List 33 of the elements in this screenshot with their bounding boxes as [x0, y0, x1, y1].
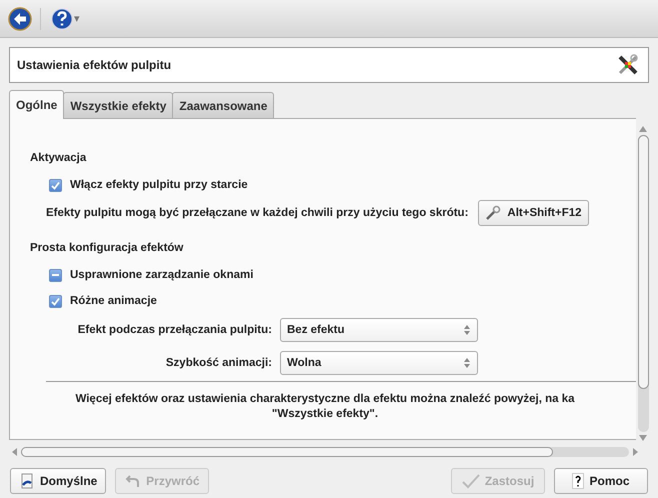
defaults-button[interactable]: Domyślne	[10, 468, 106, 494]
undo-icon	[125, 473, 142, 489]
checkbox[interactable]	[49, 294, 62, 308]
wrench-icon	[485, 205, 502, 221]
spin-arrows-icon	[463, 357, 471, 369]
shortcut-label: Efekty pulpitu mogą być przełączane w każdej chwili przy użyciu tego skrótu:	[46, 207, 468, 219]
checkbox-label: Różne animacje	[70, 295, 157, 307]
tab[interactable]: Wszystkie efekty	[63, 92, 174, 118]
document-icon	[19, 473, 35, 489]
tools-icon	[616, 53, 640, 77]
checkbox-label: Usprawnione zarządzanie oknami	[70, 269, 254, 281]
section-heading: Prosta konfiguracja efektów	[30, 242, 184, 256]
dropdown[interactable]: Bez efektu	[280, 318, 478, 342]
help-icon	[572, 473, 584, 489]
dropdown[interactable]: Wolna	[280, 351, 478, 375]
tab[interactable]: Ogólne	[9, 90, 64, 119]
check-icon	[462, 473, 480, 489]
info-text: Więcej efektów oraz ustawienia charakterystyczne dla efektu można znaleźć powyżej, na ka	[74, 392, 576, 407]
combo-label: Efekt podczas przełączania pulpitu:	[76, 324, 272, 336]
horizontal-scrollbar[interactable]	[12, 446, 638, 458]
checkbox[interactable]	[49, 178, 62, 192]
back-icon[interactable]	[8, 6, 32, 30]
shortcut-button[interactable]: Alt+Shift+F12	[478, 200, 589, 226]
help-button[interactable]: Pomoc	[554, 468, 648, 494]
info-text: "Wszystkie efekty".	[270, 407, 380, 422]
checkbox-label: Włącz efekty pulpitu przy starcie	[70, 179, 248, 191]
spin-arrows-icon	[463, 324, 471, 336]
section-heading: Aktywacja	[30, 152, 88, 166]
checkbox[interactable]	[49, 268, 62, 282]
help-icon	[51, 8, 73, 30]
tab[interactable]: Zaawansowane	[172, 92, 274, 118]
page-title: Ustawienia efektów pulpitu	[17, 58, 172, 72]
combo-label: Szybkość animacji:	[164, 357, 272, 369]
